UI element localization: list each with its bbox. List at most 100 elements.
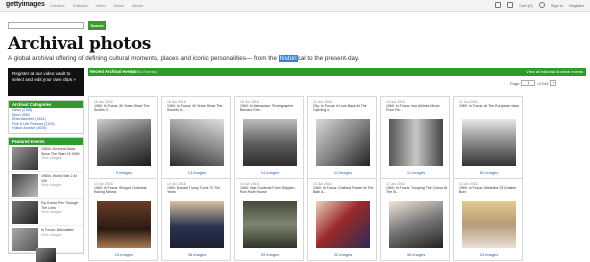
featured-thumbnail[interactable] [12,201,38,224]
card-title[interactable]: 1960: In Memoriam: Photographer Bernard … [240,104,302,112]
search-button[interactable]: Search [88,21,106,30]
card-image[interactable] [462,201,516,248]
card-image[interactable] [389,119,443,166]
featured-item-title[interactable]: 1960s: World War 2 At 100 [41,174,80,183]
card-image-count[interactable]: 9 images [89,170,159,175]
featured-item-sub[interactable]: View Images [41,210,80,215]
event-card[interactable]: 12 Jun 2016 1960: In Focus: Trooping The… [380,178,450,261]
page-total: of 245 [537,80,549,86]
card-image-count[interactable]: 22 images [308,252,378,257]
category-link[interactable]: Hulton Archive (4678) [9,126,83,131]
card-title[interactable]: 1960: Vast Contents From Shippen-Rue-Rol… [240,186,302,194]
event-card[interactable]: 13 Jun 2016 City: In Focus: A Look Back … [307,96,377,179]
card-title[interactable]: 1960: In Focus: 40 Years Since The Sowet… [167,104,229,112]
card-title[interactable]: 1960: In Focus: Chelsea Flower At The Ba… [313,186,375,194]
view-all-link[interactable]: View all editorial Archival events [526,69,583,74]
user-icon[interactable] [538,2,545,8]
card-title[interactable]: 1960: In Focus: Madeline Of Crasher Born [459,186,521,194]
featured-events-panel: Featured Events 1960s: Archival News Sin… [8,137,84,254]
top-bar: gettyimages Creative Editorial Video Mus… [0,0,590,12]
section-count: (2451 Events) [132,69,157,74]
nav-music[interactable]: Music [114,3,124,8]
page-title: Archival photos [8,34,151,54]
subtitle-highlight: histori [278,55,298,62]
featured-item[interactable]: Fly Grand Prix Through The Lens View Imag… [9,199,83,226]
featured-item-sub[interactable]: View Images [41,156,80,161]
card-title[interactable]: City: In Focus: A Look Back At The Openi… [313,104,375,112]
register-link[interactable]: Register [569,3,584,8]
featured-item-sub[interactable]: View Images [41,183,80,188]
next-page-icon[interactable]: › [550,80,557,86]
pagination: Page 1 of 245 › [510,80,557,86]
card-image-count[interactable]: 15 images [89,252,159,257]
card-image[interactable] [462,119,516,166]
logo[interactable]: gettyimages [6,1,45,8]
card-image[interactable] [243,119,297,166]
card-image[interactable] [170,119,224,166]
nav-editorial[interactable]: Editorial [73,3,87,8]
cart-icon[interactable] [507,2,514,8]
card-image[interactable] [316,201,370,248]
nav-album[interactable]: Album [132,3,143,8]
card-image-count[interactable]: 11 images [381,170,451,175]
featured-item-title[interactable]: 1960s: Archival News Since The Start Of … [41,147,80,156]
featured-thumbnail[interactable] [12,174,38,197]
cart-link[interactable]: Cart (0) [519,3,533,8]
event-card[interactable]: 16 Jun 2016 1960: In Focus: 30 Years Sin… [88,96,158,179]
featured-item-sub[interactable]: View Images [41,233,74,238]
nav-video[interactable]: Video [95,3,105,8]
featured-item[interactable]: 1960s: Archival News Since The Start Of … [9,145,83,172]
section-header: Recent Archival events (2451 Events) Vie… [88,68,586,76]
card-image[interactable] [243,201,297,248]
event-card[interactable]: 13 Jun 2016 1960: In Focus: Chelsea Flow… [307,178,377,261]
card-title[interactable]: 1960: Donald Trump Turns 70 The Years [167,186,229,194]
card-image[interactable] [97,201,151,248]
featured-item[interactable]: 1960s: World War 2 At 100 View Images [9,172,83,199]
subtitle-text-start: A global archival offering of defining c… [8,55,279,62]
featured-item-title[interactable]: Fly Grand Prix Through The Lens [41,201,80,210]
signin-link[interactable]: Sign in [551,3,563,8]
card-image-count[interactable]: 13 images [162,170,232,175]
nav-creative[interactable]: Creative [50,3,65,8]
event-card[interactable]: 14 Jun 2016 1960: In Focus: Shoppe Outbr… [88,178,158,261]
card-title[interactable]: 1960: In Focus: Iron Airlines Music From… [386,104,448,112]
event-card[interactable]: 13 Jun 2016 1960: In Focus: Iron Airline… [380,96,450,179]
card-title[interactable]: 1960: In Focus: Shoppe Outbreak Racing M… [94,186,156,194]
card-image-count[interactable]: 24 images [454,252,524,257]
bottom-thumbnail[interactable] [36,248,56,262]
card-image[interactable] [170,201,224,248]
video-vault-promo[interactable]: Register at our video vault to select an… [8,68,84,96]
event-card[interactable]: 16 Jun 2016 1960: In Focus: 40 Years Sin… [161,96,231,179]
card-image-count[interactable]: 36 images [162,252,232,257]
event-card[interactable]: 13 Jun 2016 1960: Vast Contents From Shi… [234,178,304,261]
featured-title: Featured Events [9,138,83,145]
event-card[interactable]: 11 Jun 2016 1980: In Focus: At The Europ… [453,96,523,179]
categories-title: Archival Categories [9,101,83,108]
featured-item-title[interactable]: In Focus: Articulated [41,228,74,233]
featured-thumbnail[interactable] [12,147,38,170]
event-card[interactable]: 15 Jun 2016 1960: In Memoriam: Photograp… [234,96,304,179]
card-image-count[interactable]: 14 images [235,170,305,175]
card-image[interactable] [316,119,370,166]
categories-panel: Archival Categories News (2196) Sport (9… [8,100,84,134]
event-card[interactable]: 13 Jun 2016 1960: In Focus: Madeline Of … [453,178,523,261]
page-subtitle: A global archival offering of defining c… [8,55,359,62]
top-right: Cart (0) Sign in Register [495,2,584,8]
card-title[interactable]: 1960: In Focus: Trooping The Colour At T… [386,186,448,194]
featured-thumbnail[interactable] [12,228,38,251]
card-image-count[interactable]: 11 images [308,170,378,175]
page-label: Page [510,80,520,86]
card-image-count[interactable]: 36 images [381,252,451,257]
card-image-count[interactable]: 20 images [235,252,305,257]
search-input[interactable] [8,22,84,29]
page-input[interactable]: 1 [521,80,536,86]
subtitle-text-end: cal to the present-day. [297,55,360,62]
board-icon[interactable] [495,2,502,8]
card-image[interactable] [97,119,151,166]
card-title[interactable]: 1960: In Focus: 30 Years Since The Smith… [94,104,156,112]
card-title[interactable]: 1980: In Focus: At The European stars [459,104,521,108]
main-nav: Creative Editorial Video Music Album [50,3,143,8]
card-image-count[interactable]: 82 images [454,170,524,175]
event-card[interactable]: 14 Jun 2016 1960: Donald Trump Turns 70 … [161,178,231,261]
card-image[interactable] [389,201,443,248]
